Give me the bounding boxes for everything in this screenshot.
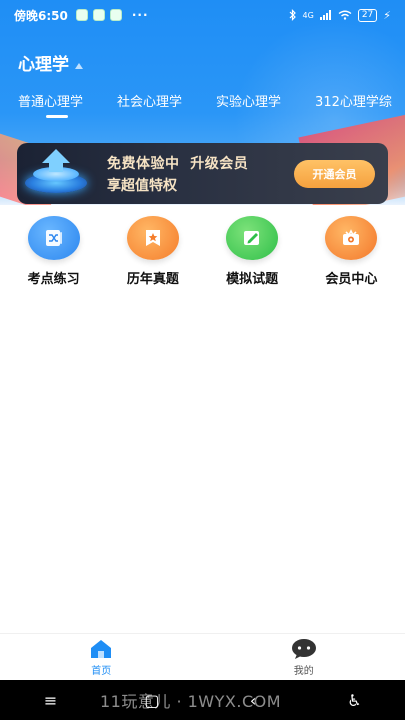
feature-label: 历年真题: [126, 272, 179, 287]
upgrade-arrow-icon: [17, 143, 97, 204]
subject-selector[interactable]: 心理学: [18, 50, 83, 75]
notification-icons: [75, 9, 122, 21]
charging-icon: ⚡: [383, 8, 391, 22]
arrow-head: [42, 149, 70, 163]
promo-headline: 免费体验中 升级会员: [107, 155, 249, 172]
page-title: 心理学: [18, 55, 69, 75]
feature-label: 考点练习: [27, 272, 80, 287]
accessibility-icon[interactable]: ♿: [334, 691, 374, 710]
feature-member-center[interactable]: 会员中心: [306, 216, 396, 287]
wifi-icon: [338, 10, 352, 20]
nav-home[interactable]: 首页: [0, 634, 203, 680]
feature-grid: 考点练习 历年真题 模拟试题 会员中心: [0, 216, 405, 287]
nav-mine-label: 我的: [293, 665, 314, 677]
status-bar: 傍晚6:50 ··· 4G 27 ⚡: [0, 0, 405, 30]
feature-mock-exams[interactable]: 模拟试题: [207, 216, 297, 287]
nav-mine[interactable]: 我的: [203, 634, 405, 680]
status-time: 傍晚6:50: [14, 8, 68, 23]
open-membership-button[interactable]: 开通会员: [294, 159, 375, 188]
promo-subheadline: 享超值特权: [107, 177, 177, 194]
feature-label: 模拟试题: [226, 272, 279, 287]
menu-icon[interactable]: ≡: [31, 691, 71, 710]
pencil-pad-icon: [226, 216, 279, 260]
crown-icon: [325, 216, 378, 260]
nav-home-label: 首页: [91, 665, 112, 677]
category-tabs: 普通心理学 社会心理学 实验心理学 312心理学综: [18, 91, 405, 118]
network-type: 4G: [302, 10, 314, 20]
tab-experimental-psychology[interactable]: 实验心理学: [216, 91, 281, 118]
dropdown-caret-icon: [75, 62, 83, 69]
bottom-nav: 首页 我的: [0, 633, 405, 680]
home-icon: [91, 639, 112, 658]
signal-icon: [319, 10, 331, 20]
tab-social-psychology[interactable]: 社会心理学: [117, 91, 182, 118]
tab-general-psychology[interactable]: 普通心理学: [18, 91, 83, 118]
shuffle-book-icon: [27, 216, 80, 260]
chat-bubble-icon: [291, 638, 316, 659]
star-page-icon: [126, 216, 179, 260]
feature-label: 会员中心: [325, 272, 378, 287]
more-notifications-icon: ···: [131, 8, 149, 22]
app-notification-icon: [109, 9, 122, 21]
watermark: 11玩意儿 · 1WYX.COM: [100, 692, 282, 711]
membership-promo-banner[interactable]: 免费体验中 升级会员 享超值特权 开通会员: [17, 143, 388, 204]
tab-312-psychology[interactable]: 312心理学综: [315, 91, 392, 118]
bluetooth-icon: [289, 9, 296, 21]
app-notification-icon: [75, 9, 88, 21]
feature-practice[interactable]: 考点练习: [9, 216, 99, 287]
arrow-stem: [49, 162, 63, 172]
status-indicators: 4G 27 ⚡: [289, 8, 391, 22]
battery-indicator: 27: [357, 8, 378, 22]
app-notification-icon: [92, 9, 105, 21]
feature-past-exams[interactable]: 历年真题: [108, 216, 198, 287]
promo-text: 免费体验中 升级会员 享超值特权: [97, 153, 294, 195]
